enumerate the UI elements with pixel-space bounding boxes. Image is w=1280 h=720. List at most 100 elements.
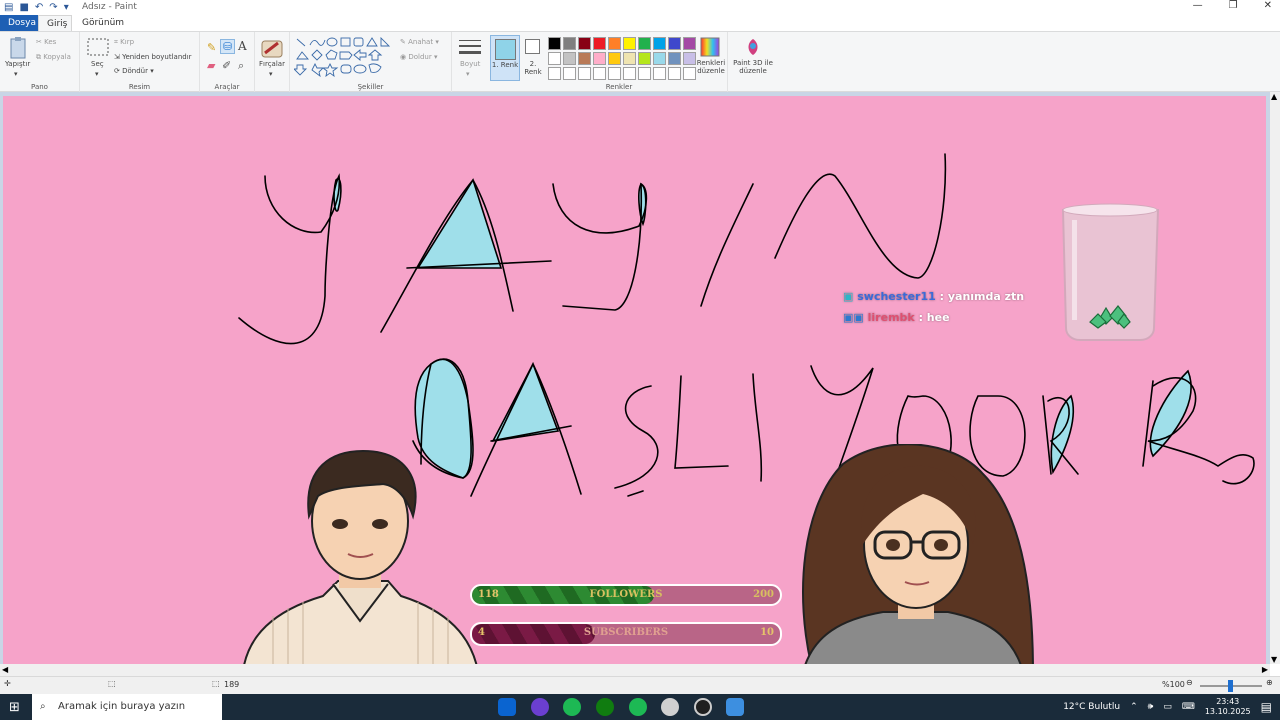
color1-label: 1. Renk bbox=[491, 61, 519, 69]
save-icon[interactable]: ■ bbox=[19, 2, 28, 13]
shapes-gallery[interactable] bbox=[294, 37, 394, 77]
maximize-button[interactable]: ❐ bbox=[1229, 0, 1238, 11]
discord-icon[interactable] bbox=[531, 698, 549, 716]
outlook-icon[interactable] bbox=[498, 698, 516, 716]
pencil-icon[interactable]: ✎ bbox=[207, 41, 216, 54]
windows-start-icon[interactable]: ⊞ bbox=[9, 700, 20, 715]
window-title: Adsız - Paint bbox=[82, 2, 137, 12]
scroll-down-icon[interactable]: ▼ bbox=[1271, 655, 1277, 664]
xbox-icon[interactable] bbox=[596, 698, 614, 716]
taskbar-search[interactable]: ⌕ Aramak için buraya yazın bbox=[32, 694, 222, 720]
chat-username: lirembk bbox=[867, 311, 915, 324]
crop-label: Kırp bbox=[120, 38, 135, 46]
group-pano: Yapıştır ▾ ✂ Kes ⧉ Kopyala Pano bbox=[0, 32, 80, 92]
chat-message: ▣ swchester11 : yanımda ztn bbox=[843, 290, 1024, 303]
weather-text[interactable]: 12°C Bulutlu bbox=[1063, 702, 1120, 712]
scroll-right-icon[interactable]: ▶ bbox=[1262, 665, 1268, 674]
fill-button[interactable]: ◉ Doldur ▾ bbox=[400, 53, 437, 61]
resim-group-label: Resim bbox=[128, 83, 151, 91]
ribbon-tabs: Dosya Giriş Görünüm bbox=[0, 15, 1280, 31]
search-icon: ⌕ bbox=[40, 701, 46, 712]
copy-label: Kopyala bbox=[43, 53, 71, 61]
crop-button[interactable]: ⌗ Kırp bbox=[114, 38, 134, 47]
clock[interactable]: 23:43 13.10.2025 bbox=[1205, 697, 1251, 717]
chat-text: : hee bbox=[918, 311, 950, 324]
color-picker-icon[interactable]: ✐ bbox=[222, 59, 231, 72]
paint-app-icon: ▤ bbox=[4, 2, 14, 13]
resize-button[interactable]: ⇲ Yeniden boyutlandır bbox=[114, 53, 192, 61]
araclar-group-label: Araçlar bbox=[214, 83, 240, 91]
vertical-scrollbar[interactable]: ▲ ▼ bbox=[1270, 92, 1280, 664]
eraser-icon[interactable]: ▰ bbox=[207, 59, 215, 72]
subscribers-goal-bar: 4 SUBSCRIBERS 10 bbox=[470, 622, 782, 646]
pano-group-label: Pano bbox=[31, 83, 48, 91]
chat-username: swchester11 bbox=[857, 290, 936, 303]
fill-a2 bbox=[491, 362, 560, 443]
select-icon[interactable] bbox=[87, 38, 109, 58]
zoom-in-button[interactable]: ⊕ bbox=[1266, 678, 1273, 687]
paste-label[interactable]: Yapıştır bbox=[5, 60, 30, 68]
male-avatar bbox=[243, 449, 478, 664]
size-label[interactable]: Boyut bbox=[460, 60, 480, 68]
cut-button[interactable]: ✂ Kes bbox=[36, 38, 56, 46]
ribbon: Yapıştır ▾ ✂ Kes ⧉ Kopyala Pano Seç ▾ ⌗ … bbox=[0, 31, 1280, 92]
spotify-icon[interactable] bbox=[563, 698, 581, 716]
tip-jar-glass bbox=[1061, 203, 1160, 341]
rotate-button[interactable]: ⟳ Döndür ▾ bbox=[114, 67, 154, 75]
group-renkler: Renkler bbox=[544, 32, 694, 92]
paint3d-icon bbox=[748, 39, 758, 55]
edit-colors-button[interactable]: Renkleri düzenle bbox=[694, 32, 728, 92]
paint-taskbar-icon[interactable] bbox=[726, 698, 744, 716]
obs-icon[interactable] bbox=[694, 698, 712, 716]
color-wheel-icon bbox=[700, 37, 720, 57]
paste-icon[interactable] bbox=[8, 36, 28, 60]
network-icon[interactable]: ▭ bbox=[1163, 702, 1172, 712]
minimize-button[interactable]: — bbox=[1193, 0, 1203, 11]
group-sekiller: ✎ Anahat ▾ ◉ Doldur ▾ Şekiller bbox=[290, 32, 452, 92]
speaker-icon[interactable]: 🕪 bbox=[1148, 702, 1154, 712]
image-size-icon: ⬚ bbox=[212, 679, 220, 688]
outline-button[interactable]: ✎ Anahat ▾ bbox=[400, 38, 439, 46]
group-boyut: Boyut ▾ bbox=[452, 32, 488, 92]
notification-icon[interactable]: ▤ bbox=[1261, 700, 1272, 714]
tab-dosya[interactable]: Dosya bbox=[0, 15, 38, 31]
copy-button[interactable]: ⧉ Kopyala bbox=[36, 53, 71, 62]
language-icon[interactable]: ⌨ bbox=[1182, 702, 1195, 712]
system-tray: 12°C Bulutlu ⌃ 🕪 ▭ ⌨ 23:43 13.10.2025 ▤ bbox=[1063, 694, 1280, 720]
horizontal-scrollbar[interactable]: ◀ ▶ bbox=[0, 664, 1270, 676]
zoom-out-button[interactable]: ⊖ bbox=[1186, 678, 1193, 687]
cut-label: Kes bbox=[44, 38, 57, 46]
color1-swatch bbox=[495, 39, 516, 60]
taskbar: ⊞ ⌕ Aramak için buraya yazın 12°C Bulutl… bbox=[0, 694, 1280, 720]
zoom-level: %100 bbox=[1162, 680, 1185, 689]
zoom-slider-thumb[interactable] bbox=[1228, 680, 1233, 692]
color1-button[interactable]: 1. Renk bbox=[490, 35, 520, 81]
magnifier-icon[interactable]: ⌕ bbox=[238, 59, 244, 73]
zoom-slider[interactable] bbox=[1200, 680, 1262, 692]
followers-goal-bar: 118 FOLLOWERS 200 bbox=[470, 584, 782, 606]
paint3d-button[interactable]: Paint 3D ile düzenle bbox=[728, 32, 778, 92]
brush-icon[interactable] bbox=[260, 37, 284, 59]
text-tool-icon[interactable]: A bbox=[238, 39, 247, 53]
chevron-up-icon[interactable]: ⌃ bbox=[1130, 702, 1138, 712]
chat-badge-icon: ▣ bbox=[843, 290, 854, 303]
close-button[interactable]: ✕ bbox=[1264, 0, 1272, 11]
spotify-icon-2[interactable] bbox=[629, 698, 647, 716]
tab-giris[interactable]: Giriş bbox=[38, 15, 72, 31]
undo-icon[interactable]: ↶ bbox=[35, 2, 43, 13]
scroll-left-icon[interactable]: ◀ bbox=[2, 665, 8, 674]
canvas-area: ▣ swchester11 : yanımda ztn ▣▣ lirembk :… bbox=[0, 92, 1270, 664]
brushes-label[interactable]: Fırçalar bbox=[259, 60, 285, 68]
select-label[interactable]: Seç bbox=[91, 60, 104, 68]
scroll-up-icon[interactable]: ▲ bbox=[1271, 92, 1277, 101]
resize-label: Yeniden boyutlandır bbox=[122, 53, 192, 61]
edit-colors-label: Renkleri düzenle bbox=[696, 59, 726, 75]
drawing-canvas[interactable]: ▣ swchester11 : yanımda ztn ▣▣ lirembk :… bbox=[3, 96, 1266, 664]
size-icon[interactable] bbox=[458, 38, 482, 56]
customize-dropdown-icon[interactable]: ▾ bbox=[64, 2, 69, 13]
fill-bucket-icon[interactable]: ⛁ bbox=[220, 39, 236, 54]
steam-icon[interactable] bbox=[661, 698, 679, 716]
tab-gorunum[interactable]: Görünüm bbox=[74, 15, 132, 31]
color2-button[interactable]: 2. Renk bbox=[522, 32, 544, 92]
redo-icon[interactable]: ↷ bbox=[49, 2, 57, 13]
